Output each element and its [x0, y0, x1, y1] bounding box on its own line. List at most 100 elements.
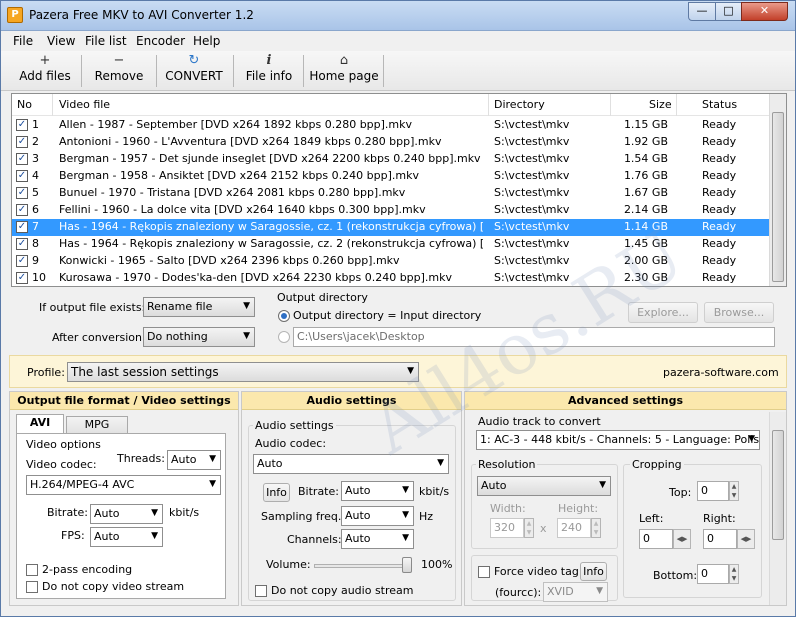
- row-checkbox[interactable]: ✓: [16, 119, 28, 131]
- website-link[interactable]: pazera-software.com: [663, 366, 779, 379]
- height-spinner[interactable]: ▲ ▼: [591, 518, 601, 538]
- row-checkbox[interactable]: ✓: [16, 153, 28, 165]
- column-directory[interactable]: Directory: [494, 98, 545, 111]
- threads-select[interactable]: Auto ▼: [167, 450, 221, 470]
- chevron-down-icon: ▼: [437, 458, 444, 468]
- table-row[interactable]: ✓ 9 Konwicki - 1965 - Salto [DVD x264 2396…: [12, 253, 770, 270]
- video-tag-info-button[interactable]: Info: [580, 562, 607, 581]
- column-size[interactable]: Size: [649, 98, 672, 111]
- force-video-tag-checkbox[interactable]: [478, 566, 490, 578]
- fourcc-select[interactable]: XVID ▼: [543, 582, 608, 602]
- crop-bottom-field[interactable]: 0: [697, 564, 729, 584]
- menu-help[interactable]: Help: [193, 34, 220, 48]
- menu-file[interactable]: File: [13, 34, 33, 48]
- column-status[interactable]: Status: [702, 98, 737, 111]
- width-field[interactable]: 320: [490, 518, 524, 538]
- row-checkbox[interactable]: ✓: [16, 238, 28, 250]
- radio-input-directory-label[interactable]: Output directory = Input directory: [293, 309, 481, 322]
- height-field[interactable]: 240: [557, 518, 591, 538]
- table-row[interactable]: ✓ 2 Antonioni - 1960 - L'Avventura [DVD x2…: [12, 134, 770, 151]
- advanced-scrollbar-thumb[interactable]: [772, 430, 784, 540]
- row-checkbox[interactable]: ✓: [16, 272, 28, 284]
- audio-info-button[interactable]: Info: [263, 483, 290, 502]
- menu-view[interactable]: View: [47, 34, 75, 48]
- file-info-button[interactable]: i File info: [241, 53, 297, 89]
- custom-directory-field[interactable]: C:\Users\jacek\Desktop: [293, 327, 775, 347]
- list-scrollbar[interactable]: [769, 94, 786, 286]
- two-pass-label[interactable]: 2-pass encoding: [42, 563, 132, 576]
- crop-bottom-spinner[interactable]: ▲ ▼: [729, 564, 739, 584]
- volume-slider[interactable]: [314, 564, 412, 568]
- file-list[interactable]: No Video file Directory Size Status ✓ 1 Al…: [11, 93, 787, 287]
- channels-select[interactable]: Auto ▼: [341, 529, 414, 549]
- audio-bitrate-select[interactable]: Auto ▼: [341, 481, 414, 501]
- audio-codec-select[interactable]: Auto ▼: [253, 454, 449, 474]
- chevron-down-icon: ▼: [402, 485, 409, 495]
- audio-track-select[interactable]: 1: AC-3 - 448 kbit/s - Channels: 5 - Lan…: [476, 430, 760, 450]
- row-checkbox[interactable]: ✓: [16, 136, 28, 148]
- width-spinner[interactable]: ▲ ▼: [524, 518, 534, 538]
- row-status: Ready: [702, 135, 737, 148]
- crop-right-spinner[interactable]: ◀▶: [737, 529, 755, 549]
- crop-top-spinner[interactable]: ▲ ▼: [729, 481, 739, 501]
- table-row[interactable]: ✓ 3 Bergman - 1957 - Det sjunde inseglet […: [12, 151, 770, 168]
- table-row[interactable]: ✓ 10 Kurosawa - 1970 - Dodes'ka-den [DVD x…: [12, 270, 770, 286]
- menu-encoder[interactable]: Encoder: [136, 34, 185, 48]
- video-bitrate-value: Auto: [94, 507, 120, 520]
- scrollbar-thumb[interactable]: [772, 112, 784, 282]
- no-copy-video-label[interactable]: Do not copy video stream: [42, 580, 184, 593]
- no-copy-video-checkbox[interactable]: [26, 581, 38, 593]
- sampling-freq-select[interactable]: Auto ▼: [341, 506, 414, 526]
- row-checkbox[interactable]: ✓: [16, 187, 28, 199]
- column-no[interactable]: No: [17, 98, 32, 111]
- column-video-file[interactable]: Video file: [59, 98, 110, 111]
- row-checkbox[interactable]: ✓: [16, 170, 28, 182]
- video-bitrate-select[interactable]: Auto ▼: [90, 504, 163, 524]
- if-exists-select[interactable]: Rename file ▼: [143, 297, 255, 317]
- profile-select[interactable]: The last session settings ▼: [67, 362, 419, 382]
- crop-left-field[interactable]: 0: [639, 529, 673, 549]
- row-checkbox[interactable]: ✓: [16, 221, 28, 233]
- explore-button[interactable]: Explore...: [628, 302, 698, 323]
- menu-file-list[interactable]: File list: [85, 34, 127, 48]
- video-codec-select[interactable]: H.264/MPEG-4 AVC ▼: [26, 475, 221, 495]
- browse-button[interactable]: Browse...: [704, 302, 774, 323]
- row-checkbox[interactable]: ✓: [16, 204, 28, 216]
- table-row[interactable]: ✓ 7 Has - 1964 - Rękopis znaleziony w Sara…: [12, 219, 770, 236]
- row-checkbox[interactable]: ✓: [16, 255, 28, 267]
- radio-custom-directory[interactable]: [278, 331, 290, 343]
- remove-button[interactable]: − Remove: [89, 53, 149, 89]
- table-row[interactable]: ✓ 1 Allen - 1987 - September [DVD x264 189…: [12, 117, 770, 134]
- row-video-file: Fellini - 1960 - La dolce vita [DVD x264…: [59, 203, 426, 216]
- fps-select[interactable]: Auto ▼: [90, 527, 163, 547]
- table-row[interactable]: ✓ 8 Has - 1964 - Rękopis znaleziony w Sara…: [12, 236, 770, 253]
- close-button[interactable]: ✕: [741, 2, 788, 21]
- add-files-button[interactable]: + Add files: [15, 53, 75, 89]
- minimize-button[interactable]: —: [688, 2, 716, 21]
- table-row[interactable]: ✓ 5 Bunuel - 1970 - Tristana [DVD x264 208…: [12, 185, 770, 202]
- tab-avi[interactable]: AVI: [16, 414, 64, 434]
- maximize-button[interactable]: □: [715, 2, 742, 21]
- home-page-button[interactable]: ⌂ Home page: [309, 53, 379, 89]
- row-number: 1: [32, 118, 39, 131]
- advanced-scrollbar[interactable]: [769, 412, 786, 605]
- convert-button[interactable]: ↻ CONVERT: [161, 53, 227, 89]
- radio-input-directory[interactable]: [278, 310, 290, 322]
- crop-right-field[interactable]: 0: [703, 529, 737, 549]
- force-video-tag-label[interactable]: Force video tag: [494, 565, 579, 578]
- table-row[interactable]: ✓ 4 Bergman - 1958 - Ansiktet [DVD x264 21…: [12, 168, 770, 185]
- tab-mpg[interactable]: MPG: [66, 416, 128, 434]
- toolbar-separator: [81, 55, 82, 87]
- crop-left-spinner[interactable]: ◀▶: [673, 529, 691, 549]
- no-copy-audio-checkbox[interactable]: [255, 585, 267, 597]
- crop-top-field[interactable]: 0: [697, 481, 729, 501]
- volume-slider-thumb[interactable]: [402, 557, 412, 573]
- avi-tab-body: Video options Video codec: Threads: Auto…: [16, 433, 226, 599]
- two-pass-checkbox[interactable]: [26, 564, 38, 576]
- no-copy-audio-label[interactable]: Do not copy audio stream: [271, 584, 414, 597]
- row-video-file: Konwicki - 1965 - Salto [DVD x264 2396 k…: [59, 254, 400, 267]
- table-row[interactable]: ✓ 6 Fellini - 1960 - La dolce vita [DVD x2…: [12, 202, 770, 219]
- resolution-select[interactable]: Auto ▼: [477, 476, 611, 496]
- audio-bitrate-unit: kbit/s: [419, 485, 450, 498]
- after-conversion-select[interactable]: Do nothing ▼: [143, 327, 255, 347]
